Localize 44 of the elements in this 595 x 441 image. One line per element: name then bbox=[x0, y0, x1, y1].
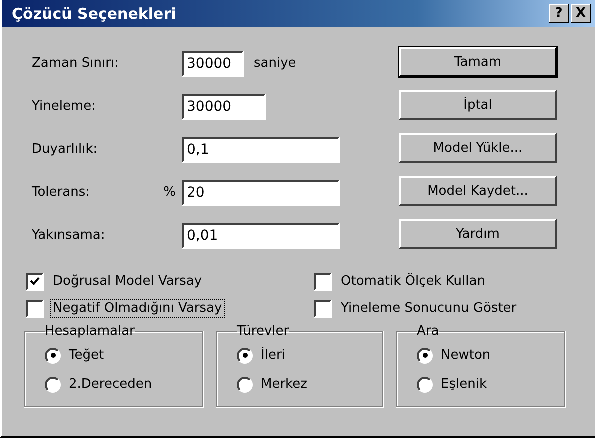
checkbox[interactable] bbox=[26, 300, 44, 318]
dialog-button[interactable]: Tamam bbox=[399, 47, 557, 77]
unit-label: saniye bbox=[254, 56, 296, 71]
field-label: Duyarlılık: bbox=[32, 142, 99, 157]
checkbox[interactable] bbox=[314, 300, 332, 318]
checkbox-label[interactable]: Doğrusal Model Varsay bbox=[50, 272, 206, 291]
input-field[interactable]: 0,01 bbox=[182, 222, 340, 248]
input-field[interactable]: 30000 bbox=[182, 50, 244, 76]
group-title: Hesaplamalar bbox=[45, 324, 135, 339]
dialog-button[interactable]: Model Yükle... bbox=[399, 133, 557, 163]
checkbox-label[interactable]: Negatif Olmadığını Varsay bbox=[50, 299, 226, 318]
radio-button[interactable] bbox=[237, 376, 253, 392]
percent-sign: % bbox=[164, 185, 176, 200]
checkbox-label[interactable]: Yineleme Sonucunu Göster bbox=[338, 299, 520, 318]
radio-label[interactable]: Merkez bbox=[261, 377, 308, 392]
help-button[interactable]: ? bbox=[549, 4, 569, 23]
checkbox-label[interactable]: Otomatik Ölçek Kullan bbox=[338, 272, 488, 291]
close-button[interactable]: X bbox=[571, 4, 591, 23]
checkbox[interactable] bbox=[26, 272, 44, 290]
group-title: Türevler bbox=[237, 324, 290, 339]
field-label: Yakınsama: bbox=[32, 228, 106, 243]
input-field[interactable]: 30000 bbox=[182, 94, 266, 120]
input-field[interactable]: 20 bbox=[182, 180, 340, 206]
radio-label[interactable]: Newton bbox=[441, 348, 491, 363]
checkbox[interactable] bbox=[314, 272, 332, 290]
window-title: Çözücü Seçenekleri bbox=[12, 4, 176, 22]
group-title: Ara bbox=[417, 324, 440, 339]
field-label: Zaman Sınırı: bbox=[32, 56, 120, 71]
dialog-button[interactable]: İptal bbox=[399, 90, 557, 120]
radio-button[interactable] bbox=[237, 348, 253, 364]
dialog-button[interactable]: Yardım bbox=[399, 219, 557, 249]
radio-label[interactable]: Teğet bbox=[69, 348, 104, 363]
dialog-button[interactable]: Model Kaydet... bbox=[399, 176, 557, 206]
radio-label[interactable]: 2.Dereceden bbox=[69, 377, 152, 392]
radio-label[interactable]: Eşlenik bbox=[441, 377, 487, 392]
field-label: Tolerans: bbox=[32, 185, 91, 200]
radio-label[interactable]: İleri bbox=[261, 348, 286, 363]
radio-button[interactable] bbox=[417, 348, 433, 364]
radio-button[interactable] bbox=[45, 348, 61, 364]
check-icon bbox=[29, 276, 41, 288]
field-label: Yineleme: bbox=[32, 99, 97, 114]
radio-button[interactable] bbox=[417, 376, 433, 392]
input-field[interactable]: 0,1 bbox=[182, 136, 340, 162]
radio-button[interactable] bbox=[45, 376, 61, 392]
